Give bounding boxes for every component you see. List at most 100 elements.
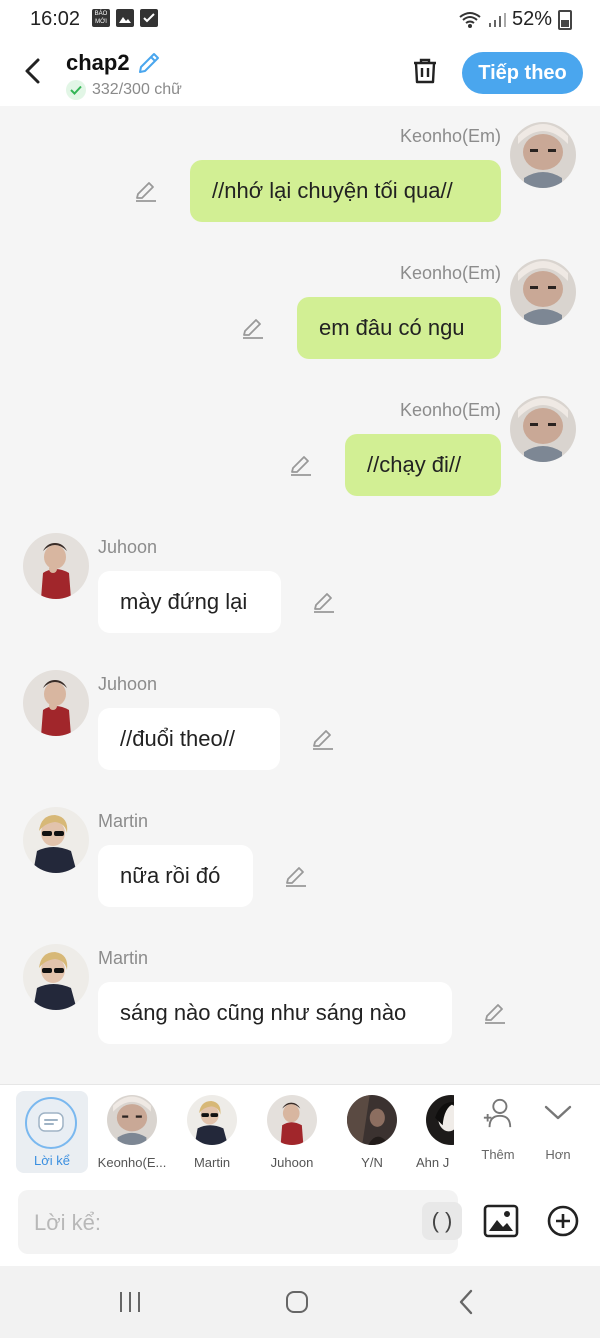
narration-icon xyxy=(25,1097,77,1149)
pencil-icon xyxy=(291,456,311,476)
input-bar: Lời kể: ( ) xyxy=(0,1180,600,1266)
sender-name: Martin xyxy=(98,811,149,831)
narration-selector[interactable]: Lời kể xyxy=(16,1091,88,1173)
pencil-icon xyxy=(139,53,159,73)
recent-apps-button[interactable] xyxy=(112,1284,148,1320)
character-label: Y/N xyxy=(361,1155,383,1170)
message-item: Martin nữa rồi đó xyxy=(0,805,600,935)
add-character-button[interactable]: Thêm xyxy=(468,1091,528,1173)
character-yn[interactable]: Y/N xyxy=(332,1091,412,1173)
message-bubble[interactable]: //nhớ lại chuyện tối qua// xyxy=(190,160,501,222)
pencil-icon xyxy=(286,867,306,887)
character-ahn[interactable]: Ahn J xyxy=(402,1091,454,1173)
pencil-icon xyxy=(313,730,333,750)
recent-apps-icon xyxy=(120,1292,140,1312)
message-bubble[interactable]: //chạy đi// xyxy=(345,434,501,496)
avatar-martin[interactable] xyxy=(23,807,89,873)
system-back-button[interactable] xyxy=(448,1284,484,1320)
message-item: Martin sáng nào cũng như sáng nào xyxy=(0,942,600,1072)
edit-message-button[interactable] xyxy=(311,589,337,615)
plus-circle-icon xyxy=(547,1205,579,1237)
notification-icons: BÁO MỚI xyxy=(92,9,158,27)
input-placeholder: Lời kể: xyxy=(34,1210,102,1235)
sender-name: Keonho(Em) xyxy=(399,263,501,283)
avatar-keonho[interactable] xyxy=(510,122,576,188)
edit-message-button[interactable] xyxy=(240,315,266,341)
sender-name: Juhoon xyxy=(98,674,158,694)
image-icon xyxy=(483,1204,519,1238)
more-label: Hơn xyxy=(545,1147,571,1162)
avatar-keonho xyxy=(107,1095,157,1145)
check-icon xyxy=(66,80,86,100)
message-bubble[interactable]: em đâu có ngu xyxy=(297,297,501,359)
message-item: Juhoon mày đứng lại xyxy=(0,531,600,661)
status-right: 52% xyxy=(458,8,572,31)
narration-input[interactable]: Lời kể: ( ) xyxy=(18,1190,462,1254)
chapter-title: chap2 xyxy=(66,50,130,75)
pencil-icon xyxy=(485,1004,505,1024)
back-button[interactable] xyxy=(16,54,50,88)
message-bubble[interactable]: //đuổi theo// xyxy=(98,708,280,770)
add-button[interactable] xyxy=(544,1202,582,1240)
message-bubble[interactable]: sáng nào cũng như sáng nào xyxy=(98,982,452,1044)
character-bar: Lời kể Keonho(E... Martin Juhoon Y/N Ahn… xyxy=(0,1084,600,1181)
system-nav-bar xyxy=(0,1266,600,1338)
pencil-icon xyxy=(243,319,263,339)
edit-message-button[interactable] xyxy=(310,726,336,752)
chevron-down-icon xyxy=(542,1097,574,1129)
sender-name: Martin xyxy=(98,948,149,968)
delete-button[interactable] xyxy=(408,54,442,88)
pencil-icon xyxy=(314,593,334,613)
character-label: Ahn J xyxy=(416,1155,450,1170)
sender-name: Keonho(Em) xyxy=(399,400,501,420)
edit-message-button[interactable] xyxy=(283,863,309,889)
status-time: 16:02 xyxy=(30,8,81,30)
back-arrow-icon xyxy=(459,1289,473,1315)
avatar-keonho[interactable] xyxy=(510,259,576,325)
sender-name: Keonho(Em) xyxy=(399,126,501,146)
image-notification-icon xyxy=(116,9,134,27)
parentheses-button[interactable]: ( ) xyxy=(422,1202,462,1240)
chat-area[interactable]: Keonho(Em) //nhớ lại chuyện tối qua// Ke… xyxy=(0,106,600,1084)
signal-icon xyxy=(488,12,506,27)
home-icon xyxy=(286,1291,308,1313)
avatar-juhoon[interactable] xyxy=(23,670,89,736)
avatar-ahn xyxy=(426,1095,454,1145)
narration-label: Lời kể xyxy=(34,1153,70,1168)
battery-percent: 52% xyxy=(511,8,552,30)
avatar-keonho[interactable] xyxy=(510,396,576,462)
add-character-label: Thêm xyxy=(481,1147,515,1162)
edit-title-button[interactable] xyxy=(136,50,162,81)
status-bar: 16:02 BÁO MỚI 52% xyxy=(0,0,600,40)
word-count-row: 332/300 chữ xyxy=(66,80,182,100)
wifi-icon xyxy=(459,11,481,28)
avatar-martin[interactable] xyxy=(23,944,89,1010)
message-bubble[interactable]: mày đứng lại xyxy=(98,571,281,633)
pencil-icon xyxy=(136,182,156,202)
character-label: Juhoon xyxy=(270,1155,314,1170)
avatar-yn xyxy=(347,1095,397,1145)
add-person-icon xyxy=(482,1097,514,1129)
character-label: Keonho(E... xyxy=(97,1155,167,1170)
character-label: Martin xyxy=(193,1155,231,1170)
character-keonho[interactable]: Keonho(E... xyxy=(92,1091,172,1173)
chevron-left-icon xyxy=(25,58,40,84)
more-button[interactable]: Hơn xyxy=(528,1091,588,1173)
message-bubble[interactable]: nữa rồi đó xyxy=(98,845,253,907)
home-button[interactable] xyxy=(279,1284,315,1320)
avatar-juhoon[interactable] xyxy=(23,533,89,599)
insert-image-button[interactable] xyxy=(482,1202,520,1240)
trash-icon xyxy=(414,58,436,84)
character-juhoon[interactable]: Juhoon xyxy=(252,1091,332,1173)
next-button[interactable]: Tiếp theo xyxy=(462,52,583,94)
battery-icon xyxy=(558,9,572,30)
edit-message-button[interactable] xyxy=(288,452,314,478)
edit-message-button[interactable] xyxy=(482,1000,508,1026)
message-item: Juhoon //đuổi theo// xyxy=(0,668,600,798)
message-item: Keonho(Em) //nhớ lại chuyện tối qua// xyxy=(0,120,600,250)
word-count: 332/300 chữ xyxy=(92,81,182,98)
character-martin[interactable]: Martin xyxy=(172,1091,252,1173)
check-notification-icon xyxy=(140,9,158,27)
message-item: Keonho(Em) //chạy đi// xyxy=(0,394,600,524)
edit-message-button[interactable] xyxy=(133,178,159,204)
